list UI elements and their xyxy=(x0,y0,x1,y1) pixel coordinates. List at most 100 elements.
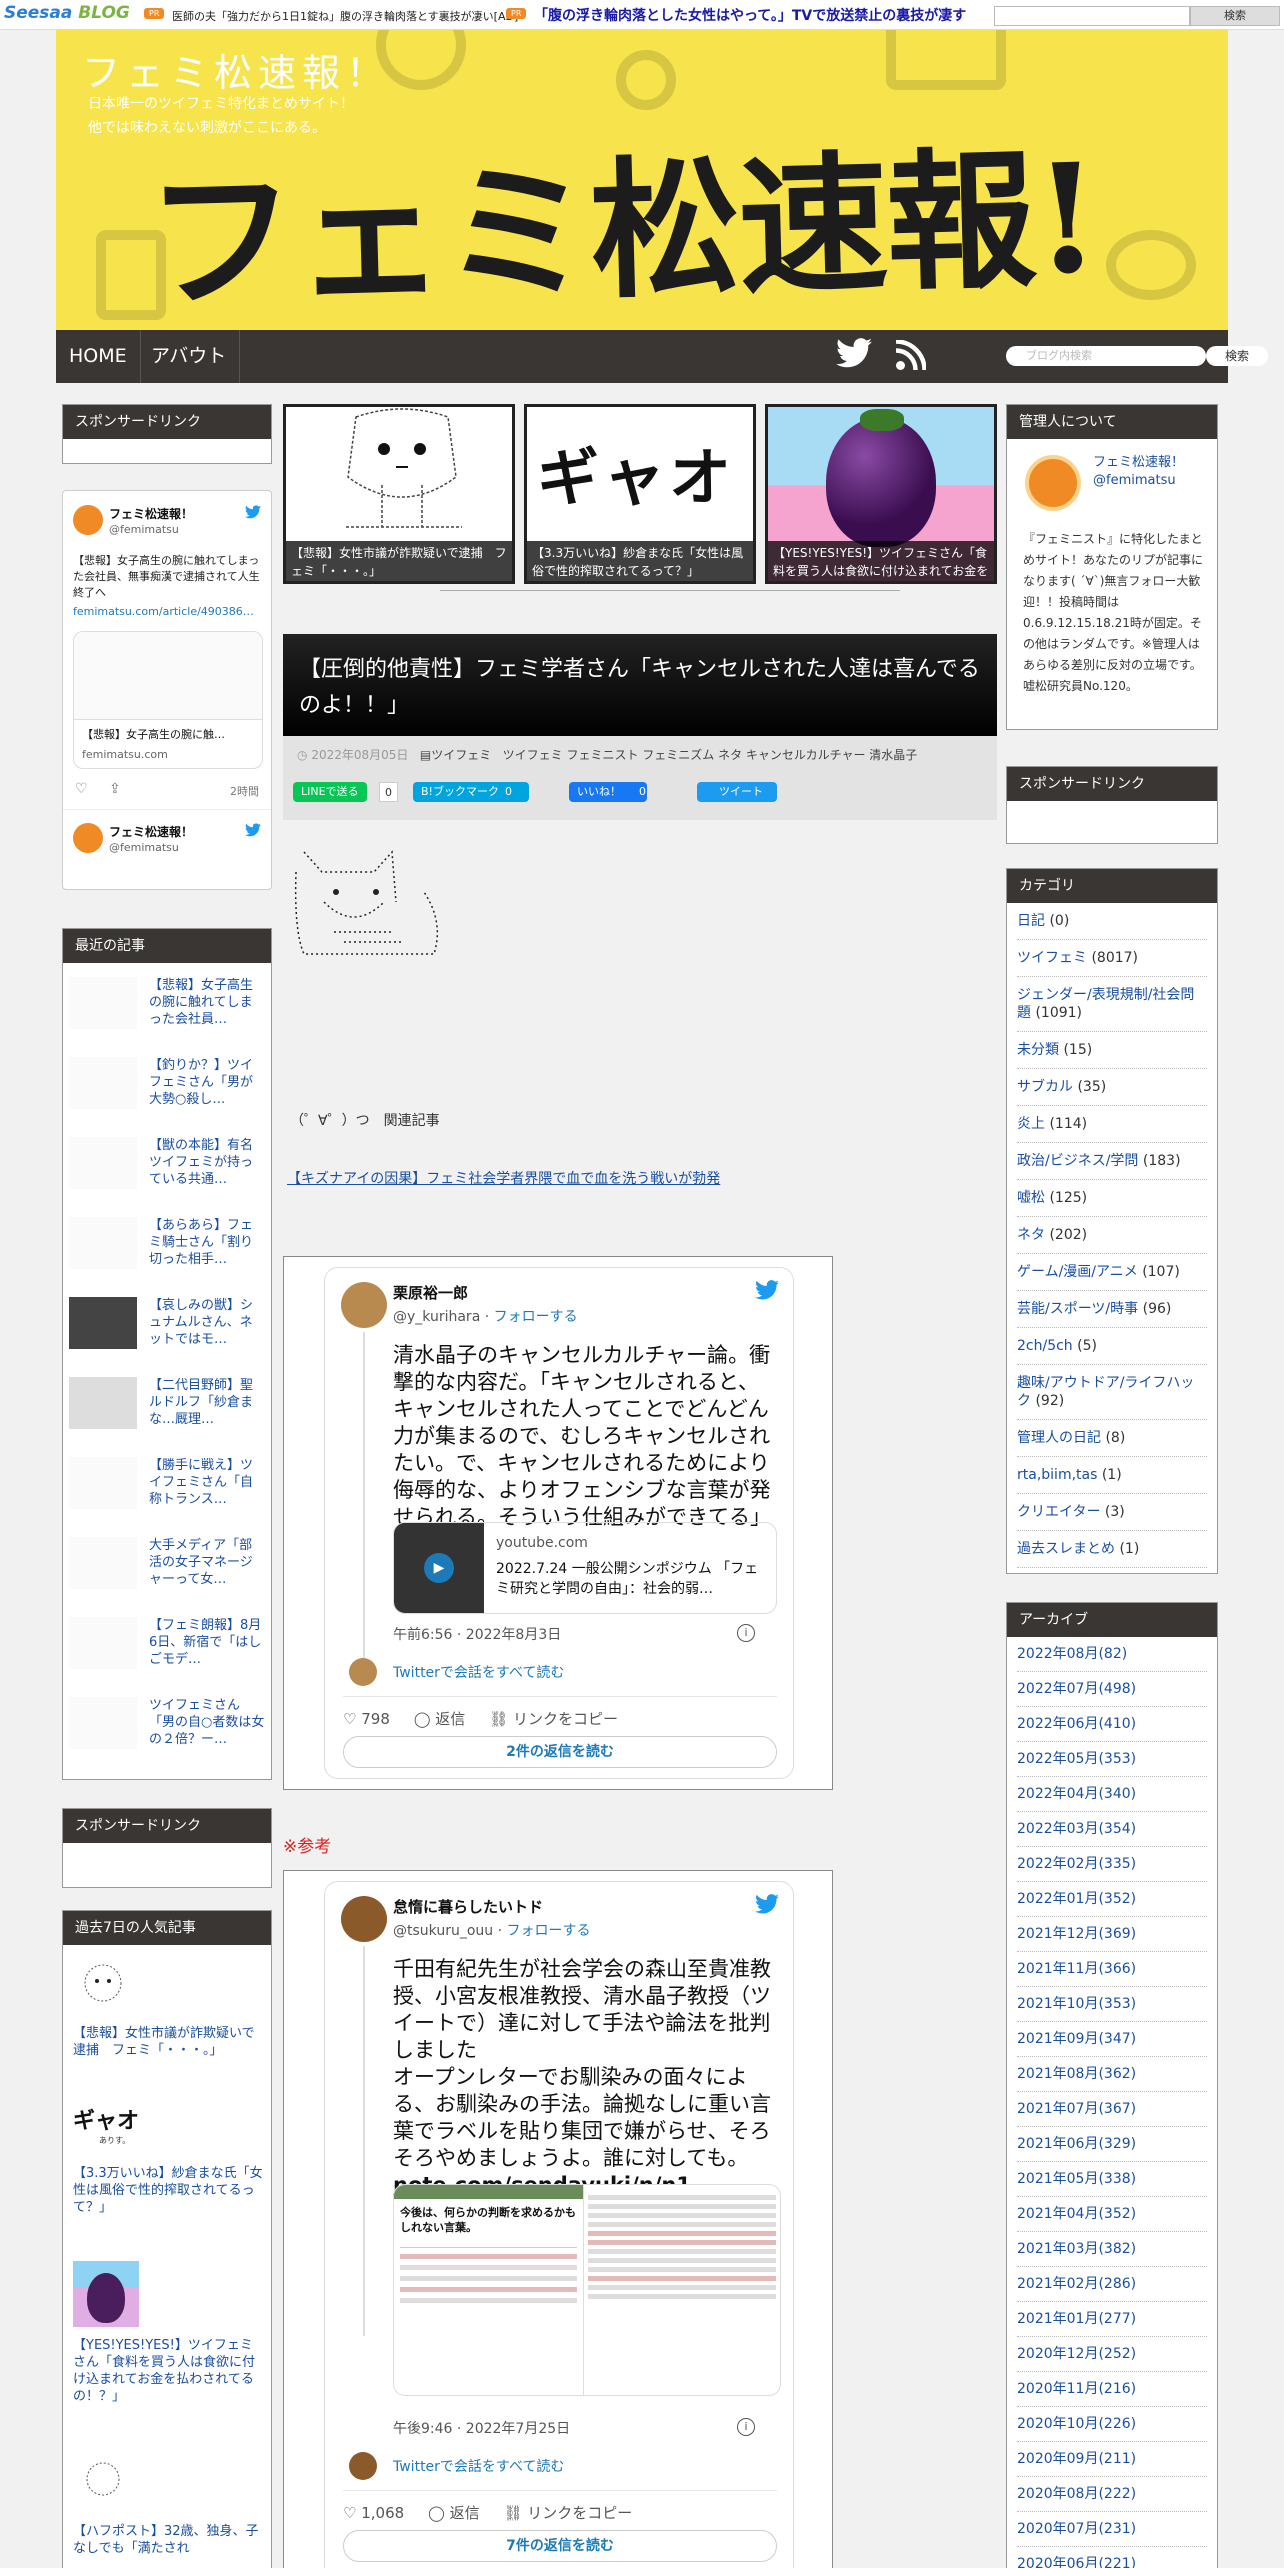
archive-item[interactable]: 2021年05月(338) xyxy=(1017,2162,1207,2197)
read-replies-button[interactable]: 2件の返信を読む xyxy=(343,1736,777,1768)
site-header-banner[interactable]: フェミ松速報！ 日本唯一のツイフェミ特化まとめサイト！ 他では味わえない刺激がここ… xyxy=(56,30,1228,330)
archive-item[interactable]: 2022年02月(335) xyxy=(1017,1847,1207,1882)
read-replies-button[interactable]: 7件の返信を読む xyxy=(343,2530,777,2562)
popular-article-link[interactable]: 【3.3万いいね】紗倉まな氏「女性は風俗で性的搾取されてるって？」 xyxy=(73,2165,263,2216)
archive-link[interactable]: 2022年03月 xyxy=(1017,1821,1098,1837)
archive-item[interactable]: 2021年04月(352) xyxy=(1017,2197,1207,2232)
archive-link[interactable]: 2021年07月 xyxy=(1017,2101,1098,2117)
category-item[interactable]: 過去スレまとめ (1) xyxy=(1017,1531,1207,1568)
avatar[interactable] xyxy=(73,823,103,853)
archive-link[interactable]: 2020年12月 xyxy=(1017,2346,1098,2362)
share-icon[interactable]: ⇪ xyxy=(109,781,121,797)
category-link[interactable]: クリエイター xyxy=(1017,1504,1100,1520)
archive-item[interactable]: 2022年08月(82) xyxy=(1017,1637,1207,1672)
recent-article[interactable]: 【勝手に戦え】ツイフェミさん「自称トランス… xyxy=(69,1457,265,1527)
archive-item[interactable]: 2021年06月(329) xyxy=(1017,2127,1207,2162)
category-item[interactable]: 趣味/アウトドア/ライフハック (92) xyxy=(1017,1365,1207,1420)
recent-article-title[interactable]: 【フェミ朗報】8月6日、新宿で「はしごモデ… xyxy=(149,1617,265,1669)
category-link[interactable]: 芸能/スポーツ/時事 xyxy=(1017,1301,1138,1317)
admin-handle[interactable]: @femimatsu xyxy=(1093,473,1176,488)
tweet-author-name[interactable]: 栗原裕一郎 xyxy=(393,1282,468,1303)
archive-link[interactable]: 2021年04月 xyxy=(1017,2206,1098,2222)
archive-item[interactable]: 2021年11月(366) xyxy=(1017,1952,1207,1987)
site-title[interactable]: フェミ松速報！ xyxy=(82,42,390,97)
archive-link[interactable]: 2022年02月 xyxy=(1017,1856,1098,1872)
archive-item[interactable]: 2021年02月(286) xyxy=(1017,2267,1207,2302)
copy-link-button[interactable]: リンクをコピー xyxy=(513,1710,618,1728)
top-search-button[interactable]: 検索 xyxy=(1190,6,1280,26)
twitter-icon[interactable] xyxy=(836,338,872,368)
tweet-link[interactable]: femimatsu.com/article/490386… xyxy=(73,605,263,618)
category-item[interactable]: ネタ (202) xyxy=(1017,1217,1207,1254)
ad-link-1[interactable]: 医師の夫「強力だから1日1錠ね」腹の浮き輪肉落とす裏技が凄い[AD] xyxy=(172,8,518,24)
archive-link[interactable]: 2021年05月 xyxy=(1017,2171,1098,2187)
recent-article-title[interactable]: 【獣の本能】有名ツイフェミが持っている共通… xyxy=(149,1137,265,1189)
archive-link[interactable]: 2021年02月 xyxy=(1017,2276,1098,2292)
popular-article-link[interactable]: 【悲報】女性市議が詐欺疑いで逮捕 フェミ「・・・。」 xyxy=(73,2025,263,2059)
article-tags[interactable]: ツイフェミ フェミニスト フェミニズム ネタ キャンセルカルチャー 清水晶子 xyxy=(503,748,918,762)
recent-article-title[interactable]: 【勝手に戦え】ツイフェミさん「自称トランス… xyxy=(149,1457,265,1509)
popular-article-link[interactable]: 【ハフポスト】32歳、独身、子なしでも「満たされ xyxy=(73,2523,263,2557)
category-link[interactable]: 嘘松 xyxy=(1017,1190,1045,1206)
popular-thumbnail[interactable] xyxy=(73,2453,133,2513)
recent-article-title[interactable]: 【釣りか？】ツイフェミさん「男が大勢○殺し… xyxy=(149,1057,265,1109)
category-item[interactable]: 2ch/5ch (5) xyxy=(1017,1328,1207,1365)
category-item[interactable]: 管理人の日記 (8) xyxy=(1017,1420,1207,1457)
archive-item[interactable]: 2021年09月(347) xyxy=(1017,2022,1207,2057)
archive-item[interactable]: 2020年12月(252) xyxy=(1017,2337,1207,2372)
recent-article[interactable]: 【獣の本能】有名ツイフェミが持っている共通… xyxy=(69,1137,265,1207)
twitter-bird-icon[interactable] xyxy=(245,823,261,837)
related-article-link[interactable]: 【キズナアイの因果】フェミ社会学者界隈で血で血を洗う戦いが勃発 xyxy=(287,1168,720,1188)
category-item[interactable]: 炎上 (114) xyxy=(1017,1106,1207,1143)
avatar[interactable] xyxy=(341,1282,387,1328)
archive-link[interactable]: 2021年11月 xyxy=(1017,1961,1098,1977)
recent-article[interactable]: ツイフェミさん「男の自○者数は女の２倍？ー… xyxy=(69,1697,265,1767)
seesaa-blog-logo[interactable]: Seesaa BLOG xyxy=(4,3,130,23)
popular-article-link[interactable]: 【YES!YES!YES!】ツイフェミさん「食料を買う人は食欲に付け込まれてお金… xyxy=(73,2337,263,2405)
nav-about[interactable]: アバウト xyxy=(138,330,241,383)
archive-item[interactable]: 2022年06月(410) xyxy=(1017,1707,1207,1742)
popular-thumbnail[interactable]: ギャオ ありす。 xyxy=(73,2103,153,2155)
archive-link[interactable]: 2022年01月 xyxy=(1017,1891,1098,1907)
category-link[interactable]: 未分類 xyxy=(1017,1042,1059,1058)
recent-article[interactable]: 【哀しみの獣】シュナムルさん、ネットではモ… xyxy=(69,1297,265,1367)
category-item[interactable]: 芸能/スポーツ/時事 (96) xyxy=(1017,1291,1207,1328)
archive-item[interactable]: 2020年10月(226) xyxy=(1017,2407,1207,2442)
tweet-time[interactable]: 2時間 xyxy=(230,783,259,799)
like-icon[interactable]: ♡ xyxy=(75,781,88,797)
tweet-author-handle[interactable]: @tsukuru_ouu · フォローする xyxy=(393,1920,591,1940)
article-title[interactable]: 【圧倒的他責性】フェミ学者さん「キャンセルされた人達は喜んでるのよ！！」 xyxy=(283,634,997,736)
archive-link[interactable]: 2022年04月 xyxy=(1017,1786,1098,1802)
rss-icon[interactable] xyxy=(896,340,926,370)
embedded-tweet[interactable]: 栗原裕一郎 @y_kurihara · フォローする 清水晶子のキャンセルカルチ… xyxy=(324,1267,794,1779)
link-icon[interactable]: ⛓ xyxy=(503,2504,522,2522)
tweet-share-button[interactable]: ツイート xyxy=(697,782,777,802)
admin-avatar[interactable] xyxy=(1025,455,1081,511)
recent-article[interactable]: 【フェミ朗報】8月6日、新宿で「はしごモデ… xyxy=(69,1617,265,1687)
recent-article[interactable]: 【釣りか？】ツイフェミさん「男が大勢○殺し… xyxy=(69,1057,265,1127)
facebook-like-button[interactable]: いいね！ xyxy=(569,782,647,802)
tweet-author-handle[interactable]: @femimatsu xyxy=(109,523,179,536)
category-item[interactable]: ジェンダー/表現規制/社会問題 (1091) xyxy=(1017,977,1207,1032)
archive-link[interactable]: 2020年10月 xyxy=(1017,2416,1098,2432)
read-conversation-link[interactable]: Twitterで会話をすべて読む xyxy=(393,1662,564,1682)
info-icon[interactable]: i xyxy=(737,2418,755,2436)
recent-article[interactable]: 【あらあら】フェミ騎士さん「割り切った相手… xyxy=(69,1217,265,1287)
archive-item[interactable]: 2022年04月(340) xyxy=(1017,1777,1207,1812)
archive-item[interactable]: 2022年01月(352) xyxy=(1017,1882,1207,1917)
archive-item[interactable]: 2021年01月(277) xyxy=(1017,2302,1207,2337)
recent-article[interactable]: 大手メディア「部活の女子マネージャーって女… xyxy=(69,1537,265,1607)
reply-button[interactable]: 返信 xyxy=(450,2504,480,2522)
tweet-author-handle[interactable]: @y_kurihara · フォローする xyxy=(393,1306,578,1326)
blog-search-button[interactable]: 検索 xyxy=(1206,346,1268,366)
recent-article-title[interactable]: 大手メディア「部活の女子マネージャーって女… xyxy=(149,1537,265,1589)
archive-link[interactable]: 2021年09月 xyxy=(1017,2031,1098,2047)
archive-item[interactable]: 2021年03月(382) xyxy=(1017,2232,1207,2267)
follow-link[interactable]: フォローする xyxy=(507,1923,591,1939)
archive-link[interactable]: 2021年03月 xyxy=(1017,2241,1098,2257)
archive-item[interactable]: 2021年08月(362) xyxy=(1017,2057,1207,2092)
tweet-attached-image[interactable]: 今後は、何らかの判断を求めるかもしれない言葉。 xyxy=(393,2184,781,2396)
featured-article-1[interactable]: 【悲報】女性市議が詐欺疑いで逮捕 フェミ「・・・。」 xyxy=(283,404,515,584)
category-link[interactable]: サブカル xyxy=(1017,1079,1073,1095)
category-item[interactable]: rta,biim,tas (1) xyxy=(1017,1457,1207,1494)
